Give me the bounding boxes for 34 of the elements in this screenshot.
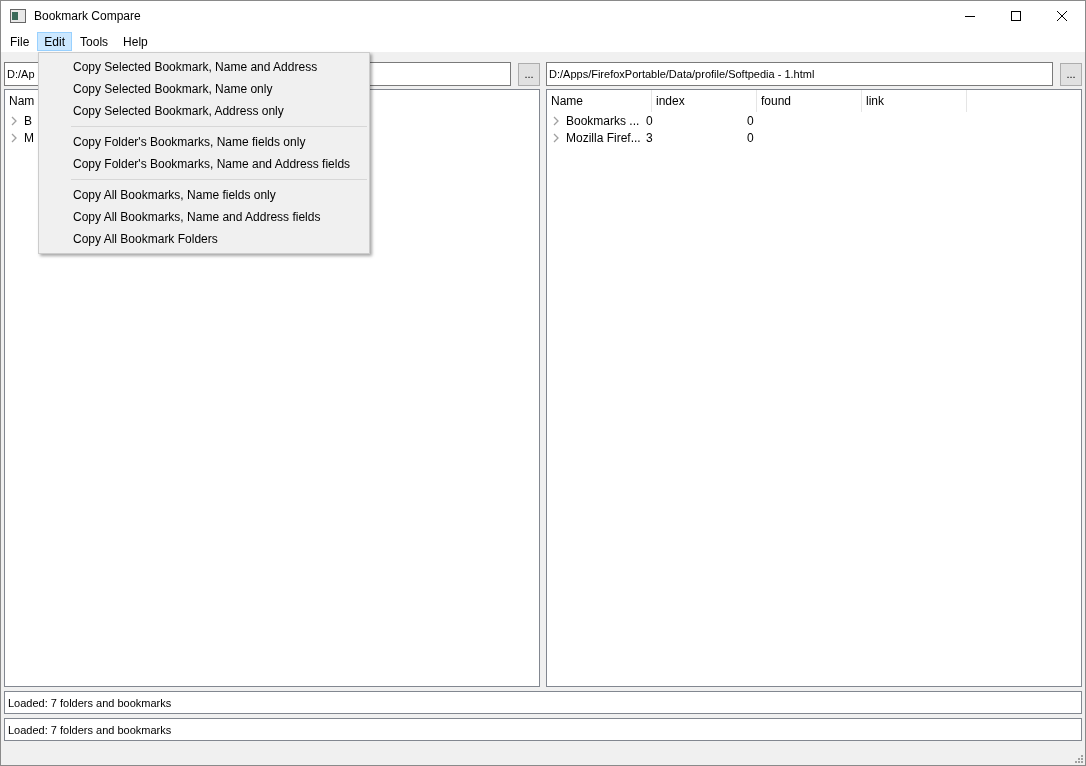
browse-button[interactable]: ...	[518, 62, 540, 86]
menu-entry[interactable]: Copy Selected Bookmark, Address only	[39, 100, 369, 122]
menu-entry[interactable]: Copy Folder's Bookmarks, Name fields only	[39, 131, 369, 153]
tree-cell-text: 0	[646, 113, 654, 128]
window-title: Bookmark Compare	[34, 9, 142, 23]
tree-cell[interactable]: Bookmarks ...	[566, 113, 646, 128]
tree-cell-text: 0	[747, 130, 755, 145]
menu-entry[interactable]: Copy All Bookmark Folders	[39, 228, 369, 250]
column-header[interactable]: index	[652, 90, 757, 112]
menu-item[interactable]: Tools	[73, 32, 116, 51]
tree-cell-text: 3	[646, 130, 654, 145]
tree-cell[interactable]: Mozilla Firef...	[566, 130, 646, 145]
menu-entry[interactable]: Copy Selected Bookmark, Name only	[39, 78, 369, 100]
chevron-icon[interactable]	[552, 115, 560, 126]
chevron-icon[interactable]	[552, 132, 560, 143]
column-header[interactable]: found	[757, 90, 862, 112]
menu-entry[interactable]: Copy Folder's Bookmarks, Name and Address fields	[39, 153, 369, 175]
resize-grip-icon[interactable]	[1073, 753, 1083, 763]
browse-button[interactable]: ...	[1060, 62, 1082, 86]
menu-item[interactable]: Edit	[37, 32, 73, 51]
menu-entry[interactable]: Copy All Bookmarks, Name fields only	[39, 184, 369, 206]
path-field[interactable]: D:/Apps/FirefoxPortable/Data/profile/Softpedia - 1.html	[546, 62, 1053, 86]
maximize-icon	[1011, 11, 1021, 21]
chevron-icon[interactable]	[10, 132, 18, 143]
menu-entry[interactable]: Copy All Bookmarks, Name and Address fields	[39, 206, 369, 228]
chevron-icon[interactable]	[10, 115, 18, 126]
column-header[interactable]: Name	[547, 90, 652, 112]
close-icon	[1057, 11, 1067, 21]
menu-item[interactable]: Help	[116, 32, 155, 51]
menu-item[interactable]: File	[3, 32, 37, 51]
column-header[interactable]: link	[862, 90, 967, 112]
tree-cell-text: 0	[747, 113, 755, 128]
menu-entry[interactable]: Copy Selected Bookmark, Name and Address	[39, 56, 369, 78]
app-icon	[10, 9, 26, 23]
